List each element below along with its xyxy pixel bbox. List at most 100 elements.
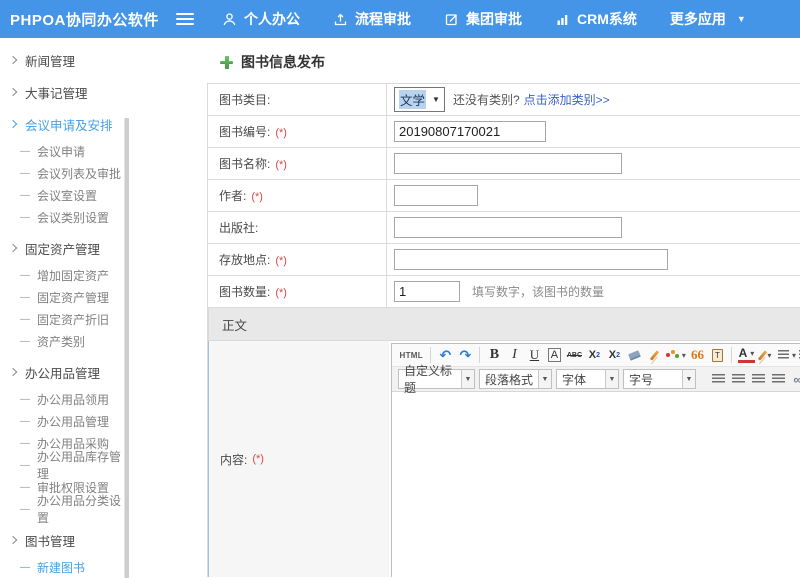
- sidebar-group-item[interactable]: 会议申请及安排: [0, 112, 131, 136]
- sidebar-child-item[interactable]: —固定资产管理: [0, 286, 131, 308]
- sidebar-child-item[interactable]: —会议列表及审批: [0, 162, 131, 184]
- font-size-select[interactable]: 字号▼: [623, 369, 696, 389]
- toolbar-separator: [731, 347, 732, 363]
- bold-button[interactable]: B: [486, 346, 503, 364]
- select-caret-icon: ▼: [461, 370, 474, 388]
- paste-icon[interactable]: T: [709, 346, 726, 364]
- chevron-right-icon: [9, 88, 17, 96]
- subscript-button[interactable]: X2: [606, 346, 623, 364]
- add-category-link[interactable]: 点击添加类别>>: [524, 91, 610, 108]
- publisher-input[interactable]: [394, 217, 622, 238]
- superscript-button[interactable]: X2: [586, 346, 603, 364]
- sidebar-child-item[interactable]: —固定资产折旧: [0, 308, 131, 330]
- underline-button[interactable]: U: [526, 346, 543, 364]
- editor-content-area[interactable]: [392, 392, 800, 577]
- format-brush-icon[interactable]: [646, 346, 663, 364]
- sidebar-child-item[interactable]: —会议类别设置: [0, 206, 131, 228]
- rich-text-editor: HTML ↶ ↷ B I U A ABC X2 X2: [391, 343, 800, 577]
- sidebar-group-item[interactable]: 新闻管理: [0, 48, 131, 72]
- top-nav: 个人办公 流程审批 集团审批 CRM系统 更多应用 ▼: [222, 9, 746, 29]
- sidebar-child-label: 固定资产管理: [37, 289, 109, 306]
- sidebar-child-label: 资产类别: [37, 333, 85, 350]
- border-text-button[interactable]: A: [548, 348, 561, 362]
- blockquote-button[interactable]: 66: [689, 346, 706, 364]
- nav-label: 个人办公: [244, 9, 300, 29]
- insert-link-icon[interactable]: ∞: [790, 370, 800, 388]
- align-left-icon[interactable]: [710, 370, 727, 388]
- dash-icon: —: [20, 190, 30, 201]
- select-caret-icon: ▼: [432, 95, 440, 104]
- italic-button[interactable]: I: [506, 346, 523, 364]
- undo-icon[interactable]: ↶: [437, 346, 454, 364]
- sidebar-child-item[interactable]: —会议室设置: [0, 184, 131, 206]
- nav-process-approval[interactable]: 流程审批: [333, 9, 411, 29]
- quantity-label: 图书数量:(*): [208, 283, 386, 300]
- location-input[interactable]: [394, 249, 668, 270]
- sidebar-child-item[interactable]: —新建图书: [0, 556, 131, 578]
- sidebar-child-item[interactable]: —办公用品管理: [0, 410, 131, 432]
- chart-icon: [555, 12, 570, 27]
- sidebar-child-item[interactable]: —资产类别: [0, 330, 131, 352]
- sidebar-group-item[interactable]: 固定资产管理: [0, 236, 131, 260]
- dash-icon: —: [20, 460, 30, 471]
- page-title-row: 图书信息发布: [207, 51, 800, 73]
- menu-toggle-icon[interactable]: [176, 10, 194, 28]
- sidebar-group-label: 办公用品管理: [25, 363, 100, 382]
- view-source-button[interactable]: HTML: [398, 346, 425, 364]
- nav-label: 流程审批: [355, 9, 411, 29]
- sidebar-group-label: 会议申请及安排: [25, 115, 113, 134]
- sidebar: 新闻管理大事记管理会议申请及安排 —会议申请—会议列表及审批—会议室设置—会议类别…: [0, 38, 131, 578]
- font-color-button[interactable]: A: [738, 348, 755, 363]
- book-name-input[interactable]: [394, 153, 622, 174]
- auto-typeset-icon[interactable]: [666, 346, 686, 364]
- chevron-right-icon: [9, 536, 17, 544]
- editor-toolbar-row2: 自定义标题▼ 段落格式▼ 字体▼ 字号▼: [392, 366, 800, 392]
- dash-icon: —: [20, 504, 30, 515]
- paragraph-format-select[interactable]: 段落格式▼: [479, 369, 552, 389]
- eraser-icon[interactable]: [626, 346, 643, 364]
- body-section-header: 正文: [208, 308, 800, 341]
- nav-more-apps[interactable]: 更多应用: [670, 9, 726, 29]
- dash-icon: —: [20, 416, 30, 427]
- sidebar-group-item[interactable]: 大事记管理: [0, 80, 131, 104]
- quantity-input[interactable]: [394, 281, 460, 302]
- author-input[interactable]: [394, 185, 478, 206]
- font-family-select[interactable]: 字体▼: [556, 369, 619, 389]
- book-no-input[interactable]: [394, 121, 546, 142]
- toolbar-separator: [479, 347, 480, 363]
- nav-crm-system[interactable]: CRM系统: [555, 9, 637, 29]
- required-mark: (*): [275, 159, 287, 171]
- align-justify-icon[interactable]: [770, 370, 787, 388]
- redo-icon[interactable]: ↷: [457, 346, 474, 364]
- align-center-icon[interactable]: [730, 370, 747, 388]
- sidebar-child-item[interactable]: —办公用品领用: [0, 388, 131, 410]
- author-label: 作者:(*): [208, 187, 386, 204]
- editor-cell: HTML ↶ ↷ B I U A ABC X2 X2: [389, 341, 800, 577]
- required-mark: (*): [252, 453, 264, 465]
- caret-down-icon[interactable]: ▼: [737, 14, 746, 24]
- sidebar-group-item[interactable]: 图书管理: [0, 528, 131, 552]
- sidebar-child-item[interactable]: —办公用品库存管理: [0, 454, 131, 476]
- ordered-list-icon[interactable]: [778, 346, 796, 364]
- sidebar-scrollbar[interactable]: [124, 118, 129, 578]
- dash-icon: —: [20, 394, 30, 405]
- quantity-hint: 填写数字，该图书的数量: [472, 283, 604, 300]
- highlight-color-icon[interactable]: [758, 346, 775, 364]
- heading-select[interactable]: 自定义标题▼: [398, 369, 475, 389]
- nav-personal-office[interactable]: 个人办公: [222, 9, 300, 29]
- dash-icon: —: [20, 270, 30, 281]
- category-select[interactable]: 文学 ▼: [394, 87, 445, 112]
- nav-group-approval[interactable]: 集团审批: [444, 9, 522, 29]
- strikethrough-button[interactable]: ABC: [566, 346, 583, 364]
- main-content: 图书信息发布 图书类目: 文学 ▼ 还没有类别? 点击添加类别>> 图书: [131, 38, 800, 578]
- sidebar-group-item[interactable]: 办公用品管理: [0, 360, 131, 384]
- no-category-text: 还没有类别?: [453, 91, 520, 108]
- user-icon: [222, 12, 237, 27]
- sidebar-child-item[interactable]: —办公用品分类设置: [0, 498, 131, 520]
- dash-icon: —: [20, 314, 30, 325]
- category-label: 图书类目:: [208, 91, 386, 108]
- sidebar-child-item[interactable]: —会议申请: [0, 140, 131, 162]
- sidebar-child-item[interactable]: —增加固定资产: [0, 264, 131, 286]
- dash-icon: —: [20, 562, 30, 573]
- align-right-icon[interactable]: [750, 370, 767, 388]
